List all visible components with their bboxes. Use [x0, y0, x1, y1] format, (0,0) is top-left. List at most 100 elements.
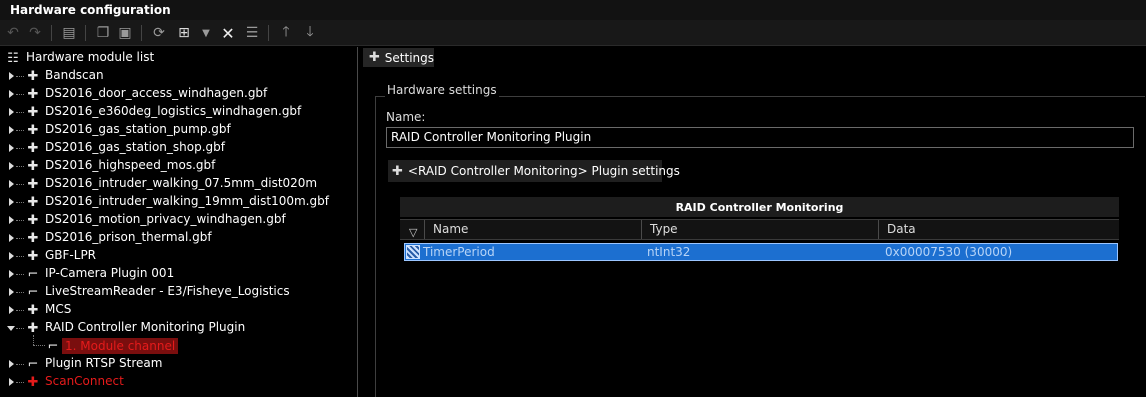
tree-child-label: 1. Module channel: [62, 338, 179, 354]
hardware-tree-pane: ☷ Hardware module list ✚ Bandscan ✚ DS2016_…: [0, 47, 358, 397]
move-down-icon[interactable]: 🡓: [301, 24, 319, 42]
tab-settings[interactable]: ✚ Settings: [363, 48, 434, 67]
delete-icon[interactable]: ✕: [219, 24, 237, 43]
collapse-arrow-icon[interactable]: [7, 326, 15, 331]
expand-arrow-icon[interactable]: [9, 252, 14, 260]
paste-icon[interactable]: ▣: [116, 24, 134, 42]
add-icon[interactable]: ⊞: [175, 24, 193, 42]
camera-icon: ⌐: [47, 338, 59, 354]
expand-arrow-icon[interactable]: [9, 72, 14, 80]
tree-connector: [16, 310, 24, 311]
expand-arrow-icon[interactable]: [9, 306, 14, 314]
properties-icon[interactable]: ☰: [243, 24, 261, 42]
table-header: ▽ Name Type Data: [400, 219, 1119, 240]
column-name[interactable]: Name: [425, 220, 642, 239]
tree-item[interactable]: ✚ GBF-LPR: [0, 247, 356, 265]
filter-icon[interactable]: ▽: [409, 223, 417, 242]
tree-item-label: LiveStreamReader - E3/Fisheye_Logistics: [45, 284, 290, 298]
tree-item[interactable]: ✚ ScanConnect: [0, 373, 356, 391]
window-title: Hardware configuration: [10, 3, 171, 17]
print-icon[interactable]: ▤: [60, 24, 78, 42]
tree-item[interactable]: ⌐ Plugin RTSP Stream: [0, 355, 356, 373]
tree-connector: [16, 166, 24, 167]
puzzle-icon: ✚: [368, 50, 380, 65]
expand-arrow-icon[interactable]: [9, 288, 14, 296]
puzzle-icon: ✚: [27, 302, 39, 318]
column-data[interactable]: Data: [879, 220, 1119, 239]
expand-arrow-icon[interactable]: [9, 216, 14, 224]
tree-item[interactable]: ✚ DS2016_highspeed_mos.gbf: [0, 157, 356, 175]
puzzle-icon: ✚: [27, 158, 39, 174]
cell-data[interactable]: 0x00007530 (30000): [885, 245, 1012, 259]
tree-connector: [16, 112, 24, 113]
column-type[interactable]: Type: [642, 220, 879, 239]
tree-item[interactable]: ✚ DS2016_prison_thermal.gbf: [0, 229, 356, 247]
tree-item[interactable]: ⌐ IP-Camera Plugin 001: [0, 265, 356, 283]
tree-connector: [16, 94, 24, 95]
refresh-icon[interactable]: ⟳: [150, 24, 168, 42]
tree-item-label: DS2016_door_access_windhagen.gbf: [45, 86, 268, 100]
tree-item-label: RAID Controller Monitoring Plugin: [45, 320, 246, 334]
expand-arrow-icon[interactable]: [9, 360, 14, 368]
tree-connector: [16, 364, 24, 365]
expand-arrow-icon[interactable]: [9, 180, 14, 188]
tree-item[interactable]: ✚ Bandscan: [0, 67, 356, 85]
camera-icon: ⌐: [27, 284, 39, 300]
tree-item[interactable]: ✚ DS2016_door_access_windhagen.gbf: [0, 85, 356, 103]
tree-item-label: DS2016_prison_thermal.gbf: [45, 230, 212, 244]
toolbar-separator: [268, 25, 269, 41]
redo-icon[interactable]: ↷: [26, 24, 44, 42]
tree-item-label: IP-Camera Plugin 001: [45, 266, 175, 280]
expand-arrow-icon[interactable]: [9, 108, 14, 116]
row-selector-icon[interactable]: [406, 245, 420, 259]
tree-item[interactable]: ⌐ LiveStreamReader - E3/Fisheye_Logistics: [0, 283, 356, 301]
tree-root-label: Hardware module list: [26, 50, 155, 64]
tree-connector: [16, 184, 24, 185]
tree-item[interactable]: ✚ DS2016_intruder_walking_19mm_dist100m.g…: [0, 193, 356, 211]
puzzle-icon: ✚: [27, 140, 39, 156]
tree-connector: [33, 335, 34, 345]
puzzle-icon: ✚: [27, 230, 39, 246]
tree-item-label: GBF-LPR: [45, 248, 97, 262]
expand-arrow-icon[interactable]: [9, 126, 14, 134]
table-title: RAID Controller Monitoring: [400, 197, 1119, 217]
filter-column[interactable]: ▽: [400, 220, 425, 239]
tree-item[interactable]: ✚ DS2016_e360deg_logistics_windhagen.gbf: [0, 103, 356, 121]
copy-icon[interactable]: ❐: [94, 24, 112, 42]
puzzle-icon: ✚: [27, 104, 39, 120]
tree-connector: [16, 76, 24, 77]
puzzle-icon: ✚: [27, 248, 39, 264]
tree-item-label: DS2016_highspeed_mos.gbf: [45, 158, 216, 172]
tree-item[interactable]: ✚ DS2016_intruder_walking_07.5mm_dist020m: [0, 175, 356, 193]
plugin-settings-button[interactable]: ✚ <RAID Controller Monitoring> Plugin se…: [388, 160, 680, 182]
tree-item[interactable]: ✚ DS2016_gas_station_shop.gbf: [0, 139, 356, 157]
expand-arrow-icon[interactable]: [9, 162, 14, 170]
expand-arrow-icon[interactable]: [9, 90, 14, 98]
expand-arrow-icon[interactable]: [9, 378, 14, 386]
dropdown-icon[interactable]: ▼: [197, 24, 215, 42]
tree-item[interactable]: ✚ DS2016_gas_station_pump.gbf: [0, 121, 356, 139]
toolbar-separator: [141, 25, 142, 41]
name-field[interactable]: RAID Controller Monitoring Plugin: [386, 127, 1134, 148]
toolbar: ↶ ↷ ▤ ❐ ▣ ⟳ ⊞ ▼ ✕ ☰ 🡑 🡓: [0, 20, 1146, 46]
expand-arrow-icon[interactable]: [9, 234, 14, 242]
tree-connector: [16, 130, 24, 131]
tree-item-label: DS2016_gas_station_pump.gbf: [45, 122, 231, 136]
tree-item-label: Bandscan: [45, 68, 104, 82]
tree-connector: [16, 202, 24, 203]
puzzle-icon: ✚: [27, 320, 39, 336]
expand-arrow-icon[interactable]: [9, 198, 14, 206]
puzzle-icon: ✚: [27, 86, 39, 102]
tree-item[interactable]: ✚ DS2016_motion_privacy_windhagen.gbf: [0, 211, 356, 229]
move-up-icon[interactable]: 🡑: [277, 24, 295, 42]
cell-name[interactable]: TimerPeriod: [423, 245, 495, 259]
tree-item[interactable]: ✚ RAID Controller Monitoring Plugin: [0, 319, 356, 337]
expand-arrow-icon[interactable]: [9, 270, 14, 278]
undo-icon[interactable]: ↶: [4, 24, 22, 42]
cell-type[interactable]: ntInt32: [647, 245, 690, 259]
expand-arrow-icon[interactable]: [9, 144, 14, 152]
tree-item[interactable]: ✚ MCS: [0, 301, 356, 319]
tree-connector: [16, 238, 24, 239]
tree-root[interactable]: ☷ Hardware module list: [0, 49, 356, 67]
table-row[interactable]: TimerPeriod ntInt32 0x00007530 (30000): [404, 243, 1118, 261]
